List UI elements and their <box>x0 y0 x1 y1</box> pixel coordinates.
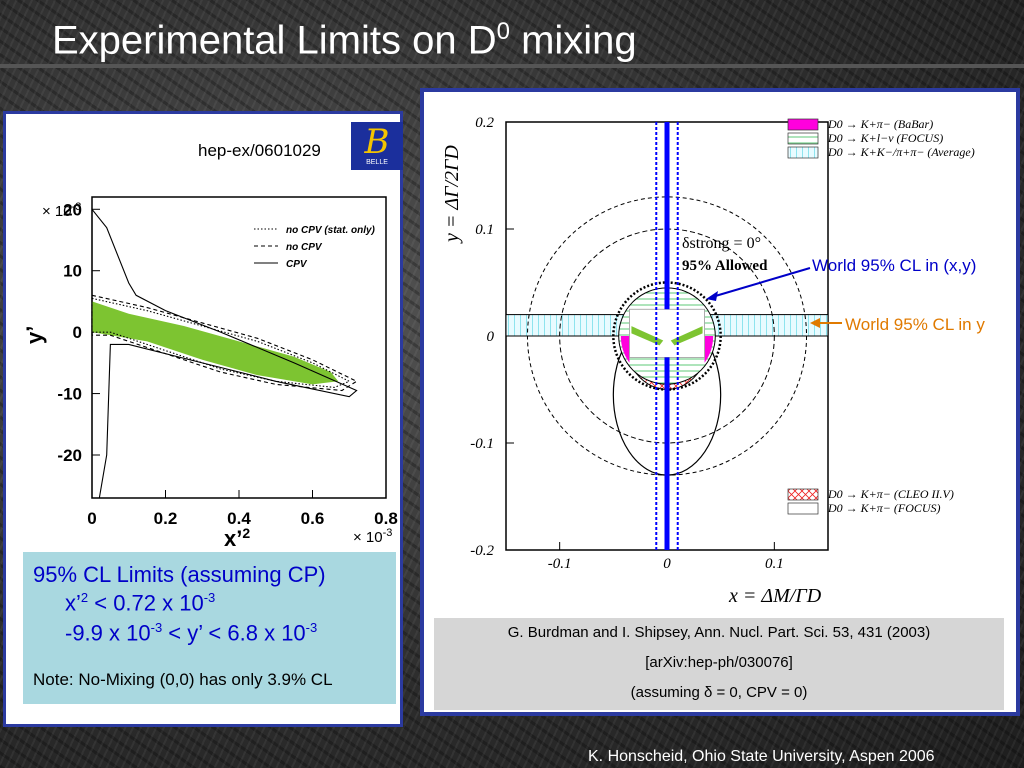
x-tick-label: 0.2 <box>154 509 178 528</box>
title-superscript: 0 <box>496 18 510 45</box>
belle-logo: B BELLE <box>351 122 403 170</box>
header-divider <box>0 64 1024 68</box>
reference-label: hep-ex/0601029 <box>198 141 321 160</box>
legend-label: no CPV (stat. only) <box>286 225 376 236</box>
limit-x-exp: -3 <box>203 590 216 605</box>
world-ylabel: y = ΔΓ/2ΓD <box>441 145 463 244</box>
belle-logo-glyph: B <box>364 122 390 162</box>
slide-title: Experimental Limits on D0 mixing <box>52 6 637 66</box>
x-tick-label: 0.8 <box>374 509 398 528</box>
citation-line-2: [arXiv:hep-ph/030076] <box>645 654 793 671</box>
belle-chart: 0 0.2 0.4 0.6 0.820100-10-20 no CPV (stat. o… <box>22 196 398 551</box>
title-suffix: mixing <box>509 18 637 63</box>
legend-swatch <box>787 132 819 145</box>
legend-label: D0 → K+π− (FOCUS) <box>827 501 941 515</box>
y-tick-label: -10 <box>57 385 82 404</box>
citation-box: G. Burdman and I. Shipsey, Ann. Nucl. Pa… <box>434 618 1004 710</box>
citation-line-1: G. Burdman and I. Shipsey, Ann. Nucl. Pa… <box>507 624 931 641</box>
belle-panel: hep-ex/0601029 B BELLE 0 0.2 0.4 0.6 0.8 20 10… <box>3 111 403 727</box>
limit-y: -9.9 x 10-3 < y’ < 6.8 x 10-3 <box>65 620 317 646</box>
legend-swatch <box>787 146 819 159</box>
y-tick-label: 0 <box>73 323 82 342</box>
world-xlabel: x = ΔM/ΓD <box>728 585 822 607</box>
belle-legend: no CPV (stat. only) no CPV CPV <box>254 225 376 270</box>
y-tick-label: -20 <box>57 446 82 465</box>
allowed-region <box>92 301 339 385</box>
limit-y-exp1: -3 <box>150 620 163 635</box>
legend-swatch <box>787 118 819 131</box>
legend-label: D0 → K+π− (CLEO II.V) <box>827 487 954 501</box>
limit-x-mid: < 0.72 x 10 <box>88 590 204 616</box>
x-tick-label: 0 <box>87 509 96 528</box>
world-shapes <box>505 122 829 550</box>
y-tick-label: 10 <box>63 262 82 281</box>
legend-label: no CPV <box>286 242 323 253</box>
y-tick-label: 0.1 <box>475 222 494 238</box>
limits-box: 95% CL Limits (assuming CP) x’2 < 0.72 x… <box>23 552 396 704</box>
legend-label: D0 → K+K−/π+π− (Average) <box>827 145 975 159</box>
limit-y-pre: -9.9 x 10 <box>65 620 151 646</box>
allowed-label: 95% Allowed <box>682 258 768 274</box>
legend-swatch <box>787 502 819 515</box>
belle-logo-text: BELLE <box>366 159 388 166</box>
y-tick-label: -0.2 <box>470 543 494 559</box>
y-tick-label: 0 <box>487 329 495 345</box>
limit-x: x’2 < 0.72 x 10-3 <box>65 590 215 616</box>
title-text: Experimental Limits on D <box>52 18 497 63</box>
y-tick-label: 0.2 <box>475 115 494 131</box>
belle-xscale-label: × 10-3 <box>353 527 392 546</box>
limit-y-mid: < y’ < 6.8 x 10 <box>162 620 306 646</box>
belle-xlabel: x’2 <box>224 525 250 551</box>
belle-ylabel: y’ <box>22 326 47 344</box>
strong-phase-label: δstrong = 0° <box>682 235 761 252</box>
annotation-world-xy: World 95% CL in (x,y) <box>812 256 977 275</box>
annotation-world-y: World 95% CL in y <box>845 315 985 334</box>
footer-credit: K. Honscheid, Ohio State University, Asp… <box>588 748 935 765</box>
legend-label: D0 → K+l−ν (FOCUS) <box>827 131 943 145</box>
limit-y-exp2: -3 <box>305 620 318 635</box>
legend-label: D0 → K+π− (BaBar) <box>827 117 933 131</box>
x-tick-label: -0.1 <box>548 556 572 572</box>
x-tick-label: 0.6 <box>301 509 325 528</box>
x-tick-label: 0.1 <box>765 556 784 572</box>
limit-x-pre: x’ <box>65 590 81 616</box>
legend-swatch <box>787 488 819 501</box>
citation-line-3: (assuming δ = 0, CPV = 0) <box>630 684 808 701</box>
x-tick-label: 0 <box>663 556 671 572</box>
limits-heading: 95% CL Limits (assuming CP) <box>33 562 326 587</box>
legend-label: CPV <box>286 259 308 270</box>
no-mixing-note: Note: No-Mixing (0,0) has only 3.9% CL <box>33 670 333 689</box>
y-tick-label: -0.1 <box>470 436 494 452</box>
world-chart: -0.1 0 0.1 0.2 0.1 0 -0.1 -0.2 D0 → K+π− (BaBar… <box>441 115 975 607</box>
